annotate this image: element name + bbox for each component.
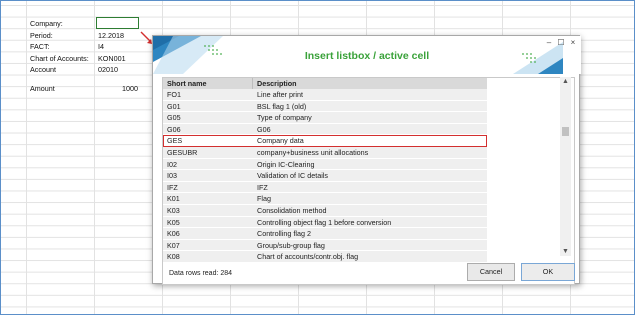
status-text: Data rows read: 284: [169, 270, 233, 277]
row-description: BSL flag 1 (old): [257, 101, 307, 111]
list-row-selected[interactable]: GES Company data: [163, 135, 487, 147]
cancel-button[interactable]: Cancel: [467, 263, 515, 281]
list-row[interactable]: I03 Validation of IC details: [163, 170, 487, 182]
list-row[interactable]: K01 Flag: [163, 193, 487, 205]
row-short-name: G06: [167, 124, 181, 134]
row-short-name: K03: [167, 205, 180, 215]
value-period[interactable]: 12.2018: [98, 31, 124, 40]
list-row[interactable]: K06 Controlling flag 2: [163, 228, 487, 240]
list-row[interactable]: G05 Type of company: [163, 112, 487, 124]
row-description: Line after print: [257, 90, 303, 99]
row-description: Company data: [257, 136, 304, 146]
insert-listbox-dialog: Insert listbox / active cell – ☐ × Short…: [152, 35, 581, 285]
row-description: Origin IC-Clearing: [257, 159, 315, 169]
scroll-thumb[interactable]: [562, 127, 569, 136]
column-header-short-name[interactable]: Short name: [163, 78, 253, 89]
row-short-name: G05: [167, 113, 181, 123]
listbox[interactable]: Short name Description FO1 Line after pri…: [162, 77, 575, 285]
row-description: Controlling object flag 1 before convers…: [257, 217, 392, 227]
row-short-name: K08: [167, 252, 180, 262]
row-short-name: G01: [167, 101, 181, 111]
row-description: Chart of accounts/contr.obj. flag: [257, 252, 359, 262]
row-short-name: K01: [167, 194, 180, 204]
close-icon[interactable]: ×: [569, 39, 577, 47]
scroll-up-icon[interactable]: ▲: [560, 77, 571, 86]
minimize-icon[interactable]: –: [545, 39, 553, 47]
list-row[interactable]: GESUBR company+business unit allocations: [163, 146, 487, 159]
list-row[interactable]: FO1 Line after print: [163, 89, 487, 101]
row-description: Flag: [257, 194, 271, 204]
label-company[interactable]: Company:: [30, 19, 63, 28]
row-short-name: K05: [167, 217, 180, 227]
row-description: Consolidation method: [257, 205, 327, 215]
list-row[interactable]: G06 G06: [163, 123, 487, 136]
row-description: G06: [257, 124, 271, 134]
list-header: Short name Description: [163, 78, 487, 89]
window-controls: – ☐ ×: [545, 39, 577, 47]
label-account[interactable]: Account: [30, 65, 56, 74]
row-description: Validation of IC details: [257, 171, 328, 181]
label-chart-of-accounts[interactable]: Chart of Accounts:: [30, 54, 89, 63]
list-row[interactable]: G01 BSL flag 1 (old): [163, 100, 487, 113]
value-chart-of-accounts[interactable]: KON001: [98, 54, 126, 63]
value-fact[interactable]: I4: [98, 42, 104, 51]
label-fact[interactable]: FACT:: [30, 42, 50, 51]
list-row[interactable]: K07 Group/sub-group flag: [163, 239, 487, 252]
dialog-header: Insert listbox / active cell – ☐ ×: [153, 36, 581, 74]
row-description: Group/sub-group flag: [257, 240, 325, 250]
row-short-name: I02: [167, 159, 177, 169]
list-row[interactable]: I02 Origin IC-Clearing: [163, 158, 487, 171]
vertical-scrollbar[interactable]: ▲ ▼: [560, 77, 571, 256]
column-header-description[interactable]: Description: [253, 78, 487, 89]
row-description: Controlling flag 2: [257, 229, 311, 239]
row-description: Type of company: [257, 113, 312, 123]
label-amount[interactable]: Amount: [30, 84, 55, 93]
list-rows: FO1 Line after print G01 BSL flag 1 (old) …: [163, 89, 487, 263]
row-description: company+business unit allocations: [257, 147, 369, 157]
row-description: IFZ: [257, 182, 268, 192]
list-row[interactable]: IFZ IFZ: [163, 181, 487, 194]
row-short-name: IFZ: [167, 182, 178, 192]
ok-button[interactable]: OK: [521, 263, 575, 281]
scroll-down-icon[interactable]: ▼: [560, 247, 571, 256]
value-amount[interactable]: 1000: [122, 84, 138, 93]
label-period[interactable]: Period:: [30, 31, 53, 40]
row-short-name: FO1: [167, 90, 181, 99]
row-short-name: GES: [167, 136, 183, 146]
row-short-name: GESUBR: [167, 147, 198, 157]
active-cell-marker[interactable]: [96, 17, 139, 29]
row-short-name: K06: [167, 229, 180, 239]
maximize-icon[interactable]: ☐: [557, 39, 565, 47]
list-row[interactable]: K03 Consolidation method: [163, 204, 487, 217]
row-short-name: I03: [167, 171, 177, 181]
row-short-name: K07: [167, 240, 180, 250]
list-row[interactable]: K08 Chart of accounts/contr.obj. flag: [163, 251, 487, 263]
list-row[interactable]: K05 Controlling object flag 1 before conv…: [163, 216, 487, 229]
value-account[interactable]: 02010: [98, 65, 118, 74]
